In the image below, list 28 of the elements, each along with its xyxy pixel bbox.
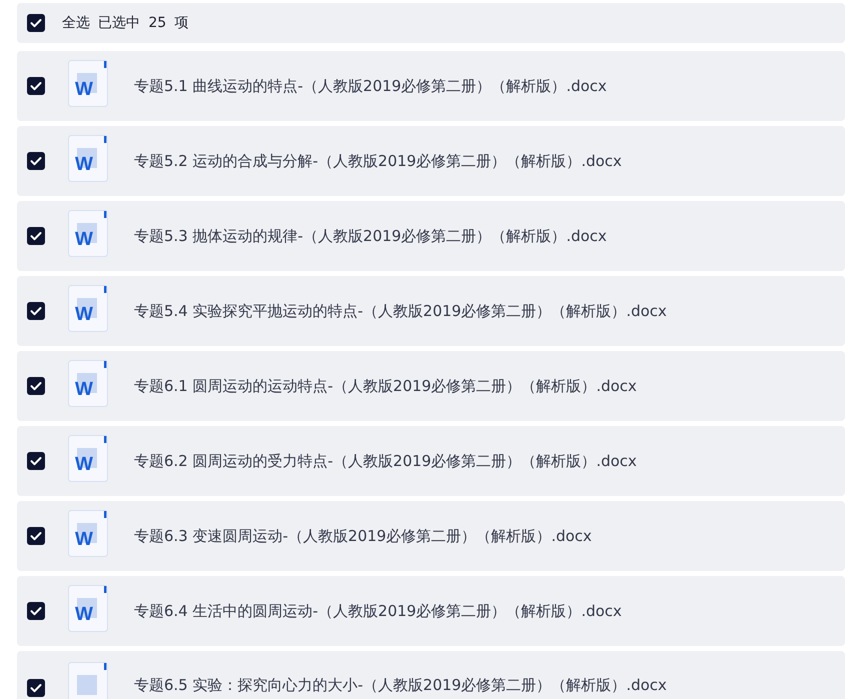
file-name[interactable]: 专题6.3 变速圆周运动-（人教版2019必修第二册）（解析版）.docx [134, 526, 592, 546]
file-name[interactable]: 专题6.4 生活中的圆周运动-（人教版2019必修第二册）（解析版）.docx [134, 602, 622, 620]
file-name[interactable]: 专题5.3 抛体运动的规律-（人教版2019必修第二册）（解析版）.docx [134, 226, 607, 246]
file-name[interactable]: 专题5.4 实验探究平抛运动的特点-（人教版2019必修第二册）（解析版）.docx [134, 302, 667, 320]
checkbox[interactable] [27, 527, 45, 545]
file-name[interactable]: 专题6.2 圆周运动的受力特点-（人教版2019必修第二册）（解析版）.docx [134, 452, 637, 470]
checkbox[interactable] [27, 302, 45, 320]
checkbox[interactable] [27, 679, 45, 697]
icon-letter: W [75, 378, 93, 400]
selected-count: 已选中 25 项 [98, 14, 189, 32]
icon-letter: W [75, 454, 93, 476]
icon-letter: W [75, 528, 93, 550]
file-name[interactable]: 专题5.1 曲线运动的特点-（人教版2019必修第二册）（解析版）.docx [134, 76, 607, 96]
checkbox[interactable] [27, 452, 45, 470]
checkbox[interactable] [27, 77, 45, 95]
icon-letter: W [75, 78, 93, 100]
file-name[interactable]: 专题5.2 运动的合成与分解-（人教版2019必修第二册）（解析版）.docx [134, 152, 622, 170]
file-name[interactable]: 专题6.1 圆周运动的运动特点-（人教版2019必修第二册）（解析版）.docx [134, 376, 637, 396]
checkbox[interactable] [27, 152, 45, 170]
select-all-label[interactable]: 全选 [62, 14, 90, 32]
icon-letter: W [75, 228, 93, 250]
checkbox[interactable] [27, 602, 45, 620]
checkbox[interactable] [27, 14, 45, 32]
icon-letter: W [75, 154, 93, 176]
icon-letter: W [75, 304, 93, 326]
checkbox[interactable] [27, 377, 45, 395]
icon-letter: W [75, 604, 93, 626]
checkbox[interactable] [27, 227, 45, 245]
